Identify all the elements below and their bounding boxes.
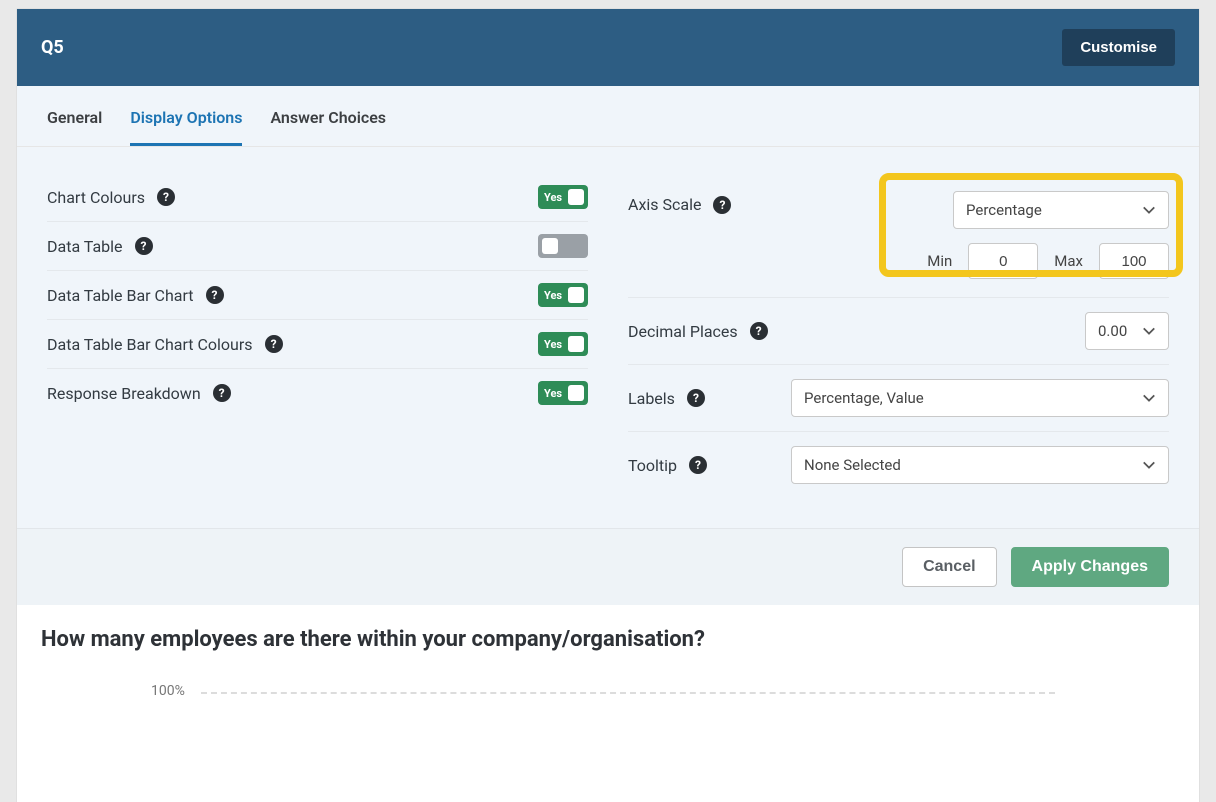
row-dt-bar-chart-colours: Data Table Bar Chart Colours ? Yes <box>47 320 588 369</box>
label-chart-colours: Chart Colours <box>47 188 145 207</box>
label-tooltip: Tooltip <box>628 456 677 475</box>
row-chart-colours: Chart Colours ? Yes <box>47 173 588 222</box>
panel-header: Q5 Customise <box>17 9 1199 86</box>
label-response-breakdown: Response Breakdown <box>47 384 201 403</box>
chevron-down-icon <box>1142 391 1156 405</box>
chart-title: How many employees are there within your… <box>41 627 1175 652</box>
chevron-down-icon <box>1142 458 1156 472</box>
tooltip-select[interactable]: None Selected <box>791 446 1169 484</box>
row-decimal-places: Decimal Places ? 0.00 <box>628 298 1169 365</box>
left-column: Chart Colours ? Yes Data Table ? <box>47 173 588 498</box>
max-label: Max <box>1054 252 1083 270</box>
row-data-table: Data Table ? <box>47 222 588 271</box>
help-icon[interactable]: ? <box>265 335 283 353</box>
customise-button[interactable]: Customise <box>1062 29 1175 66</box>
question-code: Q5 <box>41 37 64 58</box>
help-icon[interactable]: ? <box>689 456 707 474</box>
cancel-button[interactable]: Cancel <box>902 547 996 587</box>
toggle-chart-colours[interactable]: Yes <box>538 185 588 209</box>
row-response-breakdown: Response Breakdown ? Yes <box>47 369 588 417</box>
help-icon[interactable]: ? <box>687 389 705 407</box>
tab-answer-choices[interactable]: Answer Choices <box>270 108 386 146</box>
axis-scale-select[interactable]: Percentage <box>953 191 1169 229</box>
help-icon[interactable]: ? <box>206 286 224 304</box>
toggle-response-breakdown[interactable]: Yes <box>538 381 588 405</box>
label-dt-bar-chart: Data Table Bar Chart <box>47 286 194 305</box>
row-tooltip: Tooltip ? None Selected <box>628 432 1169 498</box>
labels-select[interactable]: Percentage, Value <box>791 379 1169 417</box>
tab-general[interactable]: General <box>47 108 102 146</box>
min-label: Min <box>927 252 952 270</box>
label-data-table: Data Table <box>47 237 123 256</box>
gridline <box>201 692 1055 694</box>
tabs: General Display Options Answer Choices <box>17 86 1199 147</box>
help-icon[interactable]: ? <box>213 384 231 402</box>
label-decimal-places: Decimal Places <box>628 322 738 341</box>
decimal-places-select[interactable]: 0.00 <box>1085 312 1169 350</box>
row-axis-scale: Axis Scale ? Percentage Min Max <box>628 173 1169 298</box>
row-data-table-bar-chart: Data Table Bar Chart ? Yes <box>47 271 588 320</box>
axis-max-input[interactable] <box>1099 243 1169 279</box>
y-tick-100: 100% <box>151 683 185 699</box>
help-icon[interactable]: ? <box>157 188 175 206</box>
chart-preview: How many employees are there within your… <box>17 605 1199 802</box>
right-column: Axis Scale ? Percentage Min Max <box>628 173 1169 498</box>
label-axis-scale: Axis Scale <box>628 195 701 214</box>
row-labels: Labels ? Percentage, Value <box>628 365 1169 432</box>
toggle-data-table[interactable] <box>538 234 588 258</box>
help-icon[interactable]: ? <box>135 237 153 255</box>
apply-changes-button[interactable]: Apply Changes <box>1011 547 1169 587</box>
chevron-down-icon <box>1142 203 1156 217</box>
axis-min-input[interactable] <box>968 243 1038 279</box>
toggle-dt-bar-chart-colours[interactable]: Yes <box>538 332 588 356</box>
label-labels: Labels <box>628 389 675 408</box>
label-dt-bar-chart-colours: Data Table Bar Chart Colours <box>47 335 253 354</box>
tab-display-options[interactable]: Display Options <box>130 108 242 146</box>
actions-bar: Cancel Apply Changes <box>17 528 1199 605</box>
toggle-dt-bar-chart[interactable]: Yes <box>538 283 588 307</box>
help-icon[interactable]: ? <box>713 196 731 214</box>
help-icon[interactable]: ? <box>750 322 768 340</box>
chevron-down-icon <box>1142 324 1156 338</box>
